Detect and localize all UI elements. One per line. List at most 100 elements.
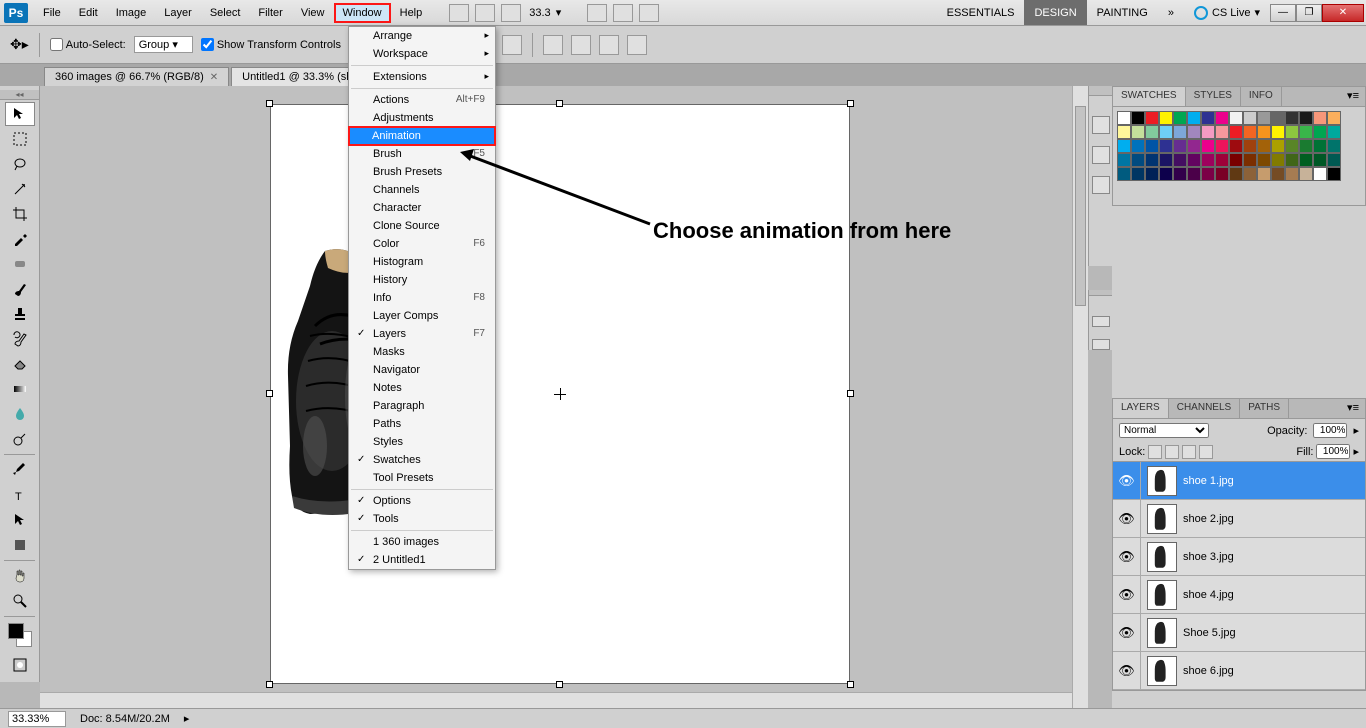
arrange-icon-3[interactable] <box>639 4 659 22</box>
swatch[interactable] <box>1201 167 1215 181</box>
swatch[interactable] <box>1173 153 1187 167</box>
swatch[interactable] <box>1243 125 1257 139</box>
transform-handle[interactable] <box>847 100 854 107</box>
transform-handle[interactable] <box>266 390 273 397</box>
screenmode-icon[interactable] <box>501 4 521 22</box>
tab-layers[interactable]: LAYERS <box>1113 399 1169 418</box>
transform-center[interactable] <box>554 388 566 400</box>
menu-item-styles[interactable]: Styles <box>349 433 495 451</box>
lock-all-icon[interactable] <box>1199 445 1213 459</box>
bridge-icon[interactable] <box>449 4 469 22</box>
swatch[interactable] <box>1285 139 1299 153</box>
swatch[interactable] <box>1173 167 1187 181</box>
doc-tab[interactable]: Untitled1 @ 33.3% (sh <box>231 67 363 86</box>
swatch[interactable] <box>1145 111 1159 125</box>
auto-select-mode[interactable]: Group ▾ <box>134 36 193 53</box>
menu-item-workspace[interactable]: Workspace <box>349 45 495 63</box>
menu-item-navigator[interactable]: Navigator <box>349 361 495 379</box>
swatch[interactable] <box>1313 111 1327 125</box>
swatch[interactable] <box>1117 125 1131 139</box>
menu-item-info[interactable]: InfoF8 <box>349 289 495 307</box>
swatch[interactable] <box>1257 125 1271 139</box>
swatch[interactable] <box>1313 167 1327 181</box>
tab-paths[interactable]: PATHS <box>1240 399 1289 418</box>
swatch[interactable] <box>1271 139 1285 153</box>
blend-mode-select[interactable]: Normal <box>1119 423 1209 438</box>
swatch[interactable] <box>1327 153 1341 167</box>
swatch[interactable] <box>1117 167 1131 181</box>
swatch[interactable] <box>1285 167 1299 181</box>
adjustments-panel-icon[interactable] <box>1092 316 1110 327</box>
distribute-icon[interactable] <box>543 35 563 55</box>
swatch[interactable] <box>1257 167 1271 181</box>
transform-handle[interactable] <box>847 390 854 397</box>
swatch[interactable] <box>1257 139 1271 153</box>
opacity-scrub-icon[interactable]: ▸ <box>1353 424 1359 437</box>
dodge-tool[interactable] <box>5 427 35 451</box>
menu-file[interactable]: File <box>34 3 70 23</box>
menu-item-clone-source[interactable]: Clone Source <box>349 217 495 235</box>
swatch[interactable] <box>1173 111 1187 125</box>
swatch[interactable] <box>1271 125 1285 139</box>
window-restore[interactable]: ❐ <box>1296 4 1322 22</box>
layer-thumbnail[interactable] <box>1147 580 1177 610</box>
menu-item-masks[interactable]: Masks <box>349 343 495 361</box>
distribute-icon[interactable] <box>627 35 647 55</box>
transform-handle[interactable] <box>266 681 273 688</box>
menu-item-character[interactable]: Character <box>349 199 495 217</box>
menu-item-layers[interactable]: LayersF7 <box>349 325 495 343</box>
swatch[interactable] <box>1117 153 1131 167</box>
swatch[interactable] <box>1299 167 1313 181</box>
swatch[interactable] <box>1187 139 1201 153</box>
swatch[interactable] <box>1215 153 1229 167</box>
menu-item-actions[interactable]: ActionsAlt+F9 <box>349 91 495 109</box>
menu-item-history[interactable]: History <box>349 271 495 289</box>
swatch[interactable] <box>1285 153 1299 167</box>
menu-select[interactable]: Select <box>201 3 250 23</box>
move-tool[interactable] <box>5 102 35 126</box>
zoom-input[interactable]: 33.33% <box>8 711 66 727</box>
gradient-tool[interactable] <box>5 377 35 401</box>
swatch[interactable] <box>1271 153 1285 167</box>
swatch[interactable] <box>1159 111 1173 125</box>
heal-tool[interactable] <box>5 252 35 276</box>
tab-channels[interactable]: CHANNELS <box>1169 399 1240 418</box>
doc-info-arrow-icon[interactable]: ▸ <box>184 712 190 725</box>
workspace-essentials[interactable]: ESSENTIALS <box>937 0 1025 25</box>
menu-item-swatches[interactable]: Swatches <box>349 451 495 469</box>
visibility-icon[interactable]: 👁 <box>1113 500 1141 537</box>
menu-item-paragraph[interactable]: Paragraph <box>349 397 495 415</box>
menu-item-channels[interactable]: Channels <box>349 181 495 199</box>
horizontal-scrollbar[interactable] <box>40 692 1072 708</box>
swatch[interactable] <box>1173 125 1187 139</box>
layer-row[interactable]: 👁shoe 1.jpg <box>1113 462 1365 500</box>
blur-tool[interactable] <box>5 402 35 426</box>
quickmask-toggle[interactable] <box>5 653 35 677</box>
layer-row[interactable]: 👁shoe 3.jpg <box>1113 538 1365 576</box>
swatch[interactable] <box>1271 111 1285 125</box>
menu-item-extensions[interactable]: Extensions <box>349 68 495 86</box>
panel-menu-icon[interactable]: ▾≡ <box>1341 399 1365 418</box>
swatch[interactable] <box>1229 111 1243 125</box>
swatch[interactable] <box>1229 153 1243 167</box>
swatch[interactable] <box>1257 153 1271 167</box>
distribute-icon[interactable] <box>571 35 591 55</box>
visibility-icon[interactable]: 👁 <box>1113 462 1141 499</box>
swatch[interactable] <box>1327 167 1341 181</box>
menu-image[interactable]: Image <box>107 3 156 23</box>
visibility-icon[interactable]: 👁 <box>1113 576 1141 613</box>
workspace-painting[interactable]: PAINTING <box>1087 0 1158 25</box>
window-minimize[interactable]: ― <box>1270 4 1296 22</box>
swatch[interactable] <box>1117 139 1131 153</box>
distribute-icon[interactable] <box>599 35 619 55</box>
zoom-display[interactable]: 33.3 ▾ <box>529 6 561 19</box>
fill-scrub-icon[interactable]: ▸ <box>1353 445 1359 458</box>
tab-info[interactable]: INFO <box>1241 87 1282 106</box>
layer-thumbnail[interactable] <box>1147 656 1177 686</box>
layer-thumbnail[interactable] <box>1147 504 1177 534</box>
layer-row[interactable]: 👁Shoe 5.jpg <box>1113 614 1365 652</box>
menu-item-histogram[interactable]: Histogram <box>349 253 495 271</box>
workspace-design[interactable]: DESIGN <box>1024 0 1086 25</box>
collapse-toggle[interactable] <box>1089 290 1112 296</box>
layer-name[interactable]: shoe 4.jpg <box>1183 589 1234 601</box>
